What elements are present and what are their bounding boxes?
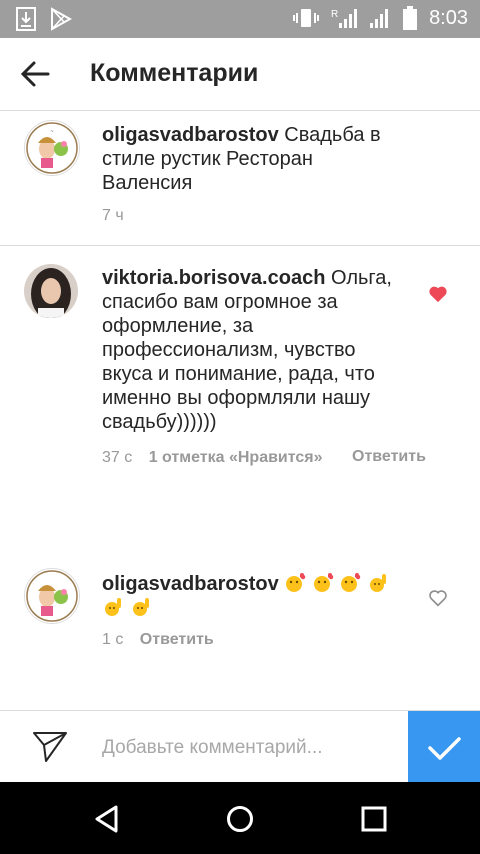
svg-text:R: R [331, 9, 338, 20]
play-store-icon [51, 7, 72, 31]
comment-username[interactable]: oligasvadbarostov [102, 124, 279, 146]
comment-likes-count[interactable]: 1 отметка «Нравится» [149, 449, 323, 466]
comment-time: 1 с [102, 631, 124, 648]
signal-r-icon: R [331, 9, 358, 28]
comment-meta: 37 с 1 отметка «Нравится» [102, 449, 323, 467]
heart-outline-icon[interactable] [428, 589, 448, 607]
comment-item: oligasvadbarostov 1 с Ответить [0, 546, 480, 696]
svg-text:~: ~ [51, 129, 54, 135]
comment-username[interactable]: oligasvadbarostov [102, 573, 279, 595]
nav-back-icon[interactable] [92, 804, 122, 834]
heart-filled-icon[interactable] [428, 285, 448, 303]
comment-time: 37 с [102, 449, 133, 466]
kissing-face-emoji-icon [341, 573, 361, 592]
app-header: Комментарии [0, 38, 480, 111]
comment-text: Ольга, спасибо вам огромное за оформлени… [102, 267, 392, 433]
comment-item: viktoria.borisova.coach Ольга, спасибо в… [0, 246, 480, 546]
comment-meta: 7 ч [102, 207, 124, 225]
comment-body: oligasvadbarostov [102, 572, 392, 620]
nav-recents-icon[interactable] [359, 804, 389, 834]
direct-send-icon[interactable] [32, 731, 68, 763]
comment-body: viktoria.borisova.coach Ольга, спасибо в… [102, 266, 392, 434]
reply-button[interactable]: Ответить [352, 446, 426, 467]
clock: 8:03 [429, 6, 468, 29]
kissing-face-emoji-icon [313, 573, 334, 592]
post-button[interactable] [408, 711, 480, 783]
comment-input[interactable] [102, 735, 392, 761]
vibrate-icon [293, 9, 320, 27]
kissing-face-emoji-icon [286, 573, 306, 592]
comment-item: ~ oligasvadbarostov Свадьба в стиле руст… [0, 110, 480, 245]
comment-body: oligasvadbarostov Свадьба в стиле рустик… [102, 123, 392, 195]
battery-icon [403, 6, 418, 30]
comment-composer [0, 710, 480, 783]
raising-hand-emoji-icon [369, 574, 386, 592]
reply-button[interactable]: Ответить [140, 631, 214, 648]
raising-hand-emoji-icon [132, 598, 149, 616]
nav-home-icon[interactable] [225, 804, 255, 834]
status-bar: R 8:03 [0, 0, 480, 38]
comment-meta: 1 с Ответить [102, 631, 214, 649]
download-icon [16, 7, 36, 31]
avatar[interactable] [24, 568, 80, 624]
raising-hand-emoji-icon [105, 598, 121, 616]
signal-icon [370, 9, 389, 28]
checkmark-icon [428, 737, 461, 760]
avatar[interactable]: ~ [24, 120, 80, 176]
page-title: Комментарии [90, 59, 259, 87]
system-nav-bar [0, 782, 480, 854]
comment-time: 7 ч [102, 207, 124, 224]
back-arrow-icon[interactable] [20, 60, 50, 88]
comment-username[interactable]: viktoria.borisova.coach [102, 267, 325, 289]
avatar[interactable] [24, 264, 78, 318]
